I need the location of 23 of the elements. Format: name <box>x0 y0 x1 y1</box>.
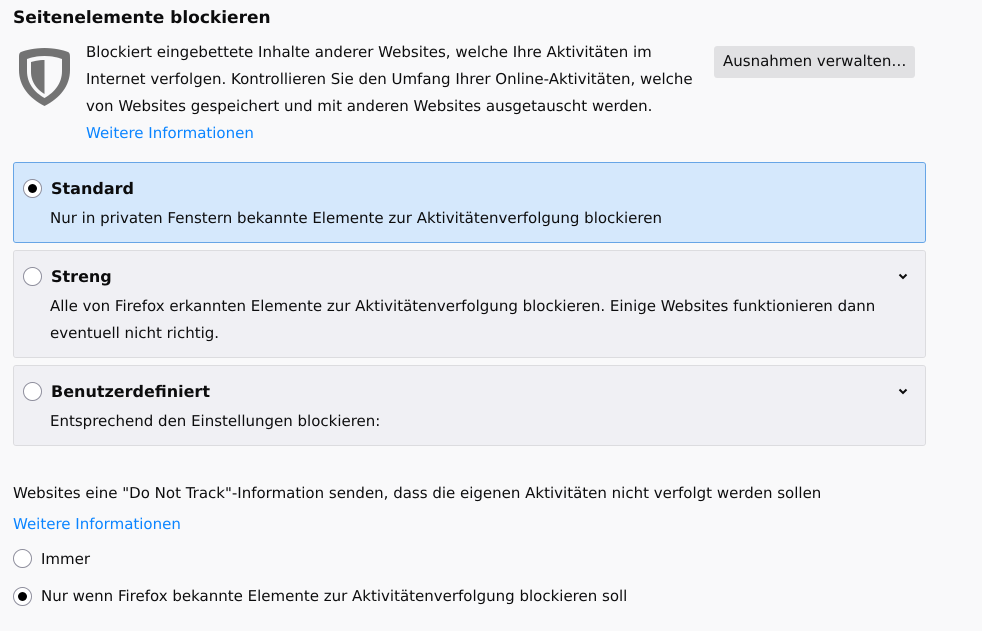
section-title: Seitenelemente blockieren <box>13 7 272 30</box>
radio-button[interactable] <box>13 586 32 606</box>
option-description: Alle von Firefox erkannten Elemente zur Aktivitätenverfolgung blockieren. Einige Websites funktionieren dann eventuell nicht richtig. <box>50 296 876 344</box>
option-label: Streng <box>51 266 112 288</box>
chevron-down-icon[interactable] <box>898 273 908 280</box>
radio-button[interactable] <box>13 549 32 568</box>
blocking-option-card[interactable]: Benutzerdefiniert Entsprechend den Einstellungen blockieren: <box>13 364 926 446</box>
option-label: Benutzerdefiniert <box>51 380 210 402</box>
manage-exceptions-button[interactable]: Ausnahmen verwalten… <box>714 46 916 78</box>
dnt-description: Websites eine "Do Not Track"-Information senden, dass die eigenen Aktivitäten nicht verfolgt werden sollen <box>13 482 822 504</box>
radio-label: Nur wenn Firefox bekannte Elemente zur Aktivitätenverfolgung blockieren soll <box>41 586 628 607</box>
radio-button[interactable] <box>23 382 42 401</box>
blocking-option-card[interactable]: Streng Alle von Firefox erkannten Elemente zur Aktivitätenverfolgung blockieren. Einige Websites funktionieren dann eventuell nicht richtig. <box>13 250 926 358</box>
chevron-down-icon[interactable] <box>898 388 908 395</box>
option-description: Nur in privaten Fenstern bekannte Elemente zur Aktivitätenverfolgung blockieren <box>50 208 663 228</box>
description-text: Blockiert eingebettete Inhalte anderer Websites, welche Ihre Aktivitäten im Internet verfolgen. Kontrollieren Sie den Umfang Ihrer Online-Aktivitäten, welche von Websites gespeichert und mit anderen Websites ausgetauscht werden. <box>86 42 694 116</box>
radio-label: Immer <box>41 548 90 570</box>
radio-button[interactable] <box>23 267 42 286</box>
option-label: Standard <box>51 178 134 200</box>
radio-button[interactable] <box>23 179 42 198</box>
shield-icon <box>17 46 72 108</box>
option-description: Entsprechend den Einstellungen blockieren: <box>50 410 382 432</box>
blocking-option-card[interactable]: Standard Nur in privaten Fenstern bekannte Elemente zur Aktivitätenverfolgung blockieren <box>13 162 926 242</box>
